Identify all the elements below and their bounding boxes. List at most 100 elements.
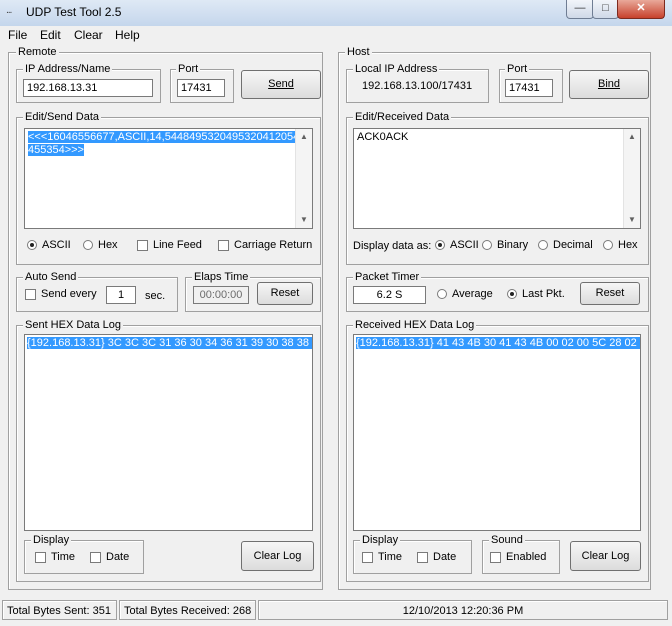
received-data-text: ACK0ACK	[357, 131, 409, 143]
menu-help[interactable]: Help	[115, 28, 140, 42]
sent-clear-log-button[interactable]: Clear Log	[241, 541, 314, 571]
scroll-down-icon[interactable]: ▼	[624, 212, 640, 228]
scroll-down-icon[interactable]: ▼	[296, 212, 312, 228]
local-ip-value: 192.168.13.100/17431	[362, 80, 473, 92]
date-label: Date	[106, 551, 130, 563]
checkbox-icon	[218, 239, 229, 251]
send-data-line: 455354>>>	[28, 144, 84, 156]
display-as-label: Display data as:	[353, 240, 432, 252]
menu-edit[interactable]: Edit	[40, 28, 61, 42]
received-data-textarea[interactable]: ACK0ACK ▲ ▼	[353, 128, 641, 229]
remote-port-input[interactable]: 17431	[177, 79, 225, 97]
checkbox-icon	[417, 551, 428, 563]
display-ascii-label: ASCII	[450, 239, 479, 251]
status-bar: Total Bytes Sent: 351 Total Bytes Receiv…	[0, 600, 672, 622]
menu-file[interactable]: File	[8, 28, 27, 42]
send-button[interactable]: Send	[241, 70, 321, 99]
hex-label: Hex	[98, 239, 118, 251]
bind-button[interactable]: Bind	[569, 70, 649, 99]
scroll-up-icon[interactable]: ▲	[296, 129, 312, 145]
radio-icon	[482, 240, 492, 251]
sound-label: Sound	[489, 534, 525, 546]
sent-time-checkbox[interactable]: Time	[35, 551, 75, 563]
close-button[interactable]: ✕	[617, 0, 665, 19]
date-label: Date	[433, 551, 457, 563]
total-bytes-sent: Total Bytes Sent: 351	[2, 600, 117, 620]
sec-label: sec.	[145, 290, 166, 302]
status-datetime: 12/10/2013 12:20:36 PM	[258, 600, 668, 620]
elaps-time-field: 00:00:00	[193, 286, 249, 304]
remote-reset-button[interactable]: Reset	[257, 282, 313, 305]
checkbox-icon	[35, 551, 46, 563]
menu-clear[interactable]: Clear	[74, 28, 103, 42]
send-every-label: Send every	[41, 288, 97, 300]
send-data-label: Edit/Send Data	[23, 111, 101, 123]
sent-log-entry[interactable]: {192.168.13.31} 3C 3C 3C 31 36 30 34 36 …	[27, 337, 312, 349]
display-hex-radio[interactable]: Hex	[603, 239, 638, 251]
host-port-label: Port	[505, 63, 530, 75]
ascii-label: ASCII	[42, 239, 71, 251]
radio-icon	[507, 289, 517, 300]
checkbox-icon	[362, 551, 373, 563]
sent-log-label: Sent HEX Data Log	[23, 319, 124, 331]
display-ascii-radio[interactable]: ASCII	[435, 239, 479, 251]
radio-icon	[437, 289, 447, 300]
display-binary-label: Binary	[497, 239, 529, 251]
received-log-label: Received HEX Data Log	[353, 319, 477, 331]
received-log-entry[interactable]: {192.168.13.31} 41 43 4B 30 41 43 4B 00 …	[356, 337, 640, 349]
ascii-radio[interactable]: ASCII	[27, 239, 71, 251]
received-date-checkbox[interactable]: Date	[417, 551, 456, 563]
elaps-time-label: Elaps Time	[192, 271, 251, 283]
received-clear-log-button[interactable]: Clear Log	[570, 541, 641, 571]
send-every-checkbox[interactable]: Send every	[25, 288, 97, 300]
received-display-label: Display	[360, 534, 401, 546]
checkbox-icon	[137, 239, 148, 251]
send-every-input[interactable]: 1	[106, 286, 136, 304]
host-reset-button[interactable]: Reset	[580, 282, 640, 305]
bind-button-label: Bind	[597, 78, 621, 90]
checkbox-icon	[90, 551, 101, 563]
display-decimal-radio[interactable]: Decimal	[538, 239, 593, 251]
send-data-textarea[interactable]: <<<16046556677,ASCII,14,5448495320495320…	[24, 128, 313, 229]
send-button-label: Send	[268, 78, 294, 90]
scroll-up-icon[interactable]: ▲	[624, 129, 640, 145]
carriage-return-checkbox[interactable]: Carriage Return	[218, 239, 312, 251]
enabled-label: Enabled	[506, 551, 547, 563]
local-ip-label: Local IP Address	[353, 63, 440, 75]
display-binary-radio[interactable]: Binary	[482, 239, 528, 251]
radio-icon	[435, 240, 445, 251]
received-time-checkbox[interactable]: Time	[362, 551, 402, 563]
average-radio[interactable]: Average	[437, 288, 493, 300]
carriage-return-label: Carriage Return	[234, 239, 313, 251]
received-log-list[interactable]: {192.168.13.31} 41 43 4B 30 41 43 4B 00 …	[353, 334, 641, 531]
sent-log-list[interactable]: {192.168.13.31} 3C 3C 3C 31 36 30 34 36 …	[24, 334, 313, 531]
display-decimal-label: Decimal	[553, 239, 593, 251]
ip-address-label: IP Address/Name	[23, 63, 113, 75]
sent-display-label: Display	[31, 534, 72, 546]
hex-radio[interactable]: Hex	[83, 239, 118, 251]
display-hex-label: Hex	[618, 239, 638, 251]
app-icon: ∙∙∙	[6, 7, 12, 18]
line-feed-label: Line Feed	[153, 239, 202, 251]
line-feed-checkbox[interactable]: Line Feed	[137, 239, 202, 251]
radio-icon	[27, 240, 37, 251]
radio-icon	[603, 240, 613, 251]
send-data-scrollbar[interactable]: ▲ ▼	[295, 129, 312, 228]
time-label: Time	[51, 551, 76, 563]
radio-icon	[538, 240, 548, 251]
checkbox-icon	[490, 551, 501, 563]
remote-port-label: Port	[176, 63, 201, 75]
ip-address-input[interactable]: 192.168.13.31	[23, 79, 153, 97]
title-bar[interactable]: ∙∙∙ UDP Test Tool 2.5 — □ ✕	[0, 0, 672, 27]
host-port-input[interactable]: 17431	[505, 79, 553, 97]
host-group-label: Host	[345, 46, 372, 58]
last-pkt-radio[interactable]: Last Pkt.	[507, 288, 565, 300]
sent-date-checkbox[interactable]: Date	[90, 551, 129, 563]
sound-enabled-checkbox[interactable]: Enabled	[490, 551, 546, 563]
received-data-scrollbar[interactable]: ▲ ▼	[623, 129, 640, 228]
minimize-button[interactable]: —	[566, 0, 594, 19]
packet-timer-label: Packet Timer	[353, 271, 422, 283]
maximize-button[interactable]: □	[592, 0, 619, 19]
remote-group-label: Remote	[16, 46, 59, 58]
average-label: Average	[452, 288, 493, 300]
